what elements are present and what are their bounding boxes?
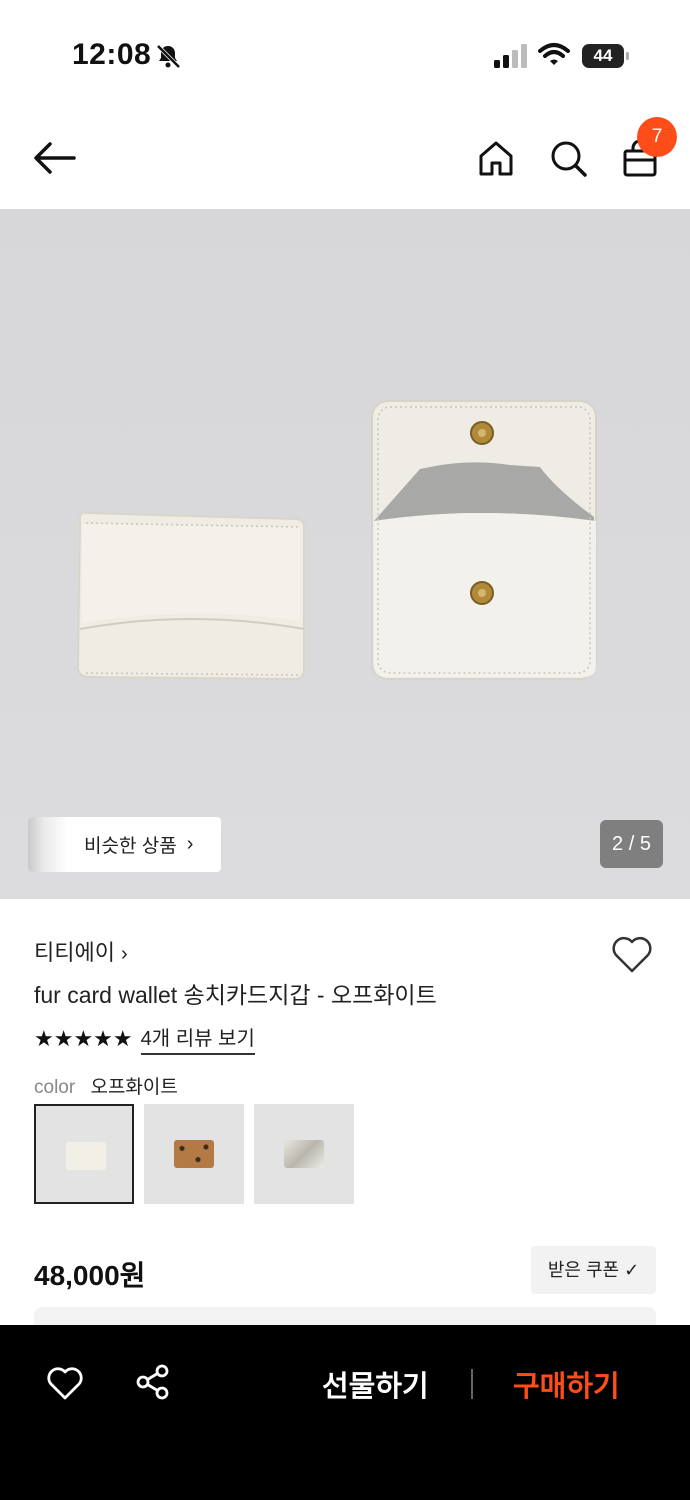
- offwhite-wallet-thumbnail: [66, 1142, 106, 1170]
- bottom-action-bar: 선물하기 구매하기: [0, 1325, 690, 1500]
- swatch-silver[interactable]: [254, 1104, 354, 1204]
- home-icon[interactable]: [476, 138, 516, 178]
- swatch-leopard[interactable]: [144, 1104, 244, 1204]
- chevron-right-icon: ›: [186, 833, 194, 855]
- rating-row: ★★★★★ 4개 리뷰 보기: [34, 1022, 255, 1055]
- battery-icon: 44: [582, 44, 630, 68]
- heart-icon[interactable]: [46, 1365, 84, 1401]
- leopard-wallet-thumbnail: [174, 1140, 214, 1168]
- status-bar: 12:08 44: [0, 0, 690, 110]
- brand-link[interactable]: 티티에이 ›: [34, 935, 128, 967]
- received-coupon-button[interactable]: 받은 쿠폰 ✓: [531, 1246, 656, 1294]
- color-option-row: color 오프화이트: [34, 1072, 178, 1099]
- bell-off-icon: [156, 44, 181, 69]
- review-link[interactable]: 4개 리뷰 보기: [140, 1022, 255, 1055]
- product-photo: [0, 209, 690, 899]
- similar-products-label: 비슷한 상품: [84, 836, 177, 857]
- similar-products-button[interactable]: 비슷한 상품 ›: [28, 817, 221, 872]
- heart-icon[interactable]: [610, 934, 654, 974]
- share-icon[interactable]: [134, 1363, 172, 1401]
- silver-wallet-thumbnail: [284, 1140, 324, 1168]
- top-navigation: [0, 110, 690, 210]
- color-swatches: [34, 1104, 354, 1204]
- buy-button[interactable]: 구매하기: [513, 1363, 620, 1405]
- product-title: fur card wallet 송치카드지갑 - 오프화이트: [34, 982, 437, 1008]
- option-label: color: [34, 1077, 76, 1098]
- wifi-icon: [538, 43, 570, 65]
- search-icon[interactable]: [548, 138, 588, 178]
- chevron-right-icon: ›: [120, 943, 128, 965]
- brand-name: 티티에이: [34, 940, 115, 965]
- swatch-offwhite[interactable]: [34, 1104, 134, 1204]
- option-value: 오프화이트: [90, 1077, 178, 1098]
- cart-count-badge: 7: [637, 117, 677, 157]
- similar-product-thumbnail: [28, 817, 68, 872]
- back-arrow-icon[interactable]: [30, 138, 78, 178]
- product-image-carousel[interactable]: [0, 209, 690, 899]
- gift-button[interactable]: 선물하기: [322, 1363, 429, 1405]
- product-price: 48,000원: [34, 1260, 146, 1291]
- status-time: 12:08: [72, 38, 152, 71]
- signal-icon: [494, 44, 527, 68]
- battery-level: 44: [582, 44, 624, 68]
- image-page-indicator: 2 / 5: [600, 820, 663, 868]
- divider: [471, 1369, 473, 1399]
- star-rating: ★★★★★: [34, 1025, 133, 1051]
